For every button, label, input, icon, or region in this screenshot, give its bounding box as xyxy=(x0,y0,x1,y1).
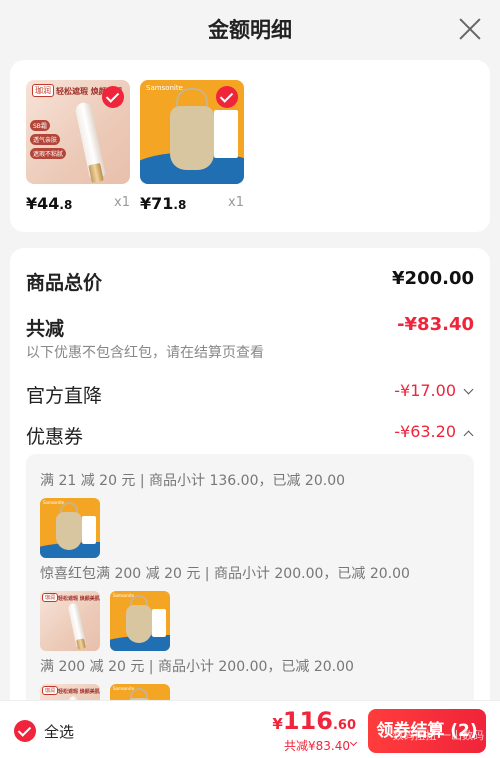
coupon-line: 惊喜红包满 200 减 20 元 | 商品小计 200.00，已减 20.00 xyxy=(40,566,410,582)
select-all-checkbox-icon[interactable] xyxy=(14,720,36,742)
total-price-label: 商品总价 xyxy=(26,272,103,294)
product-item[interactable]: 珈润 轻松遮瑕 焕颜美肌 SB霜 透气亲肤 遮瑕不粘腻 ¥44.8 x1 xyxy=(26,80,130,213)
total-amount: ¥116.60 xyxy=(272,707,356,735)
products-card: 珈润 轻松遮瑕 焕颜美肌 SB霜 透气亲肤 遮瑕不粘腻 ¥44.8 x1 Sam… xyxy=(10,60,490,232)
close-icon[interactable] xyxy=(458,17,482,41)
product-thumbnail: 珈润 轻松遮瑕 焕颜美肌 xyxy=(40,591,100,651)
select-all-label[interactable]: 全选 xyxy=(44,721,74,742)
coupon-product-list: Samsonite xyxy=(40,498,100,558)
product-price: ¥71.8 xyxy=(140,194,187,213)
coupon-line: 满 21 减 20 元 | 商品小计 136.00，已减 20.00 xyxy=(40,473,346,489)
coupon-label: 优惠券 xyxy=(26,426,84,448)
product-quantity: x1 xyxy=(228,195,244,210)
discount-note: 以下优惠不包含红包，请在结算页查看 xyxy=(26,345,264,361)
bag-image xyxy=(170,106,214,170)
product-quantity: x1 xyxy=(114,195,130,210)
brand-logo: 珈润 xyxy=(32,84,54,97)
total-reduce-label: 共减 xyxy=(26,318,65,340)
official-discount-value: -¥17.00 xyxy=(394,381,456,400)
chevron-down-icon[interactable] xyxy=(463,384,474,395)
saved-amount[interactable]: 共减¥83.40 xyxy=(284,737,350,754)
official-discount-label: 官方直降 xyxy=(26,385,103,407)
total-price-row: 商品总价 ¥200.00 xyxy=(26,268,474,295)
total-reduce-row: 共减 -¥83.40 xyxy=(26,314,474,341)
chevron-up-icon[interactable] xyxy=(463,430,474,441)
checkout-bar: 全选 ¥116.60 共减¥83.40 领券结算 (2) 数码扭扭 一山数码 xyxy=(0,700,500,758)
total-price-value: ¥200.00 xyxy=(392,268,474,289)
product-price: ¥44.8 xyxy=(26,194,73,213)
checkbox-checked-icon[interactable] xyxy=(216,86,238,108)
product-tag: 透气亲肤 xyxy=(30,134,61,145)
brand-logo: Samsonite xyxy=(146,84,183,92)
price-details-card: 商品总价 ¥200.00 共减 -¥83.40 以下优惠不包含红包，请在结算页查… xyxy=(10,248,490,758)
product-tag: SB霜 xyxy=(30,120,50,131)
header: 金额明细 xyxy=(0,0,500,58)
product-image[interactable]: Samsonite xyxy=(140,80,244,184)
coupon-product-list: 珈润 轻松遮瑕 焕颜美肌 Samsonite xyxy=(40,591,170,651)
page-title: 金额明细 xyxy=(208,18,292,42)
coupon-line: 满 200 减 20 元 | 商品小计 200.00，已减 20.00 xyxy=(40,659,354,675)
product-thumbnail: Samsonite xyxy=(40,498,100,558)
total-reduce-value: -¥83.40 xyxy=(397,314,474,335)
product-image[interactable]: 珈润 轻松遮瑕 焕颜美肌 SB霜 透气亲肤 遮瑕不粘腻 xyxy=(26,80,130,184)
watermark-text: 数码扭扭 一山数码 xyxy=(392,729,485,742)
official-discount-row[interactable]: 官方直降 -¥17.00 xyxy=(26,381,474,408)
coupon-row[interactable]: 优惠券 -¥63.20 xyxy=(26,422,474,449)
chevron-down-icon[interactable] xyxy=(349,738,358,747)
checkbox-checked-icon[interactable] xyxy=(102,86,124,108)
product-thumbnail: Samsonite xyxy=(110,591,170,651)
product-tag: 遮瑕不粘腻 xyxy=(30,148,67,159)
product-item[interactable]: Samsonite ¥71.8 x1 xyxy=(140,80,244,213)
coupon-value: -¥63.20 xyxy=(394,422,456,441)
